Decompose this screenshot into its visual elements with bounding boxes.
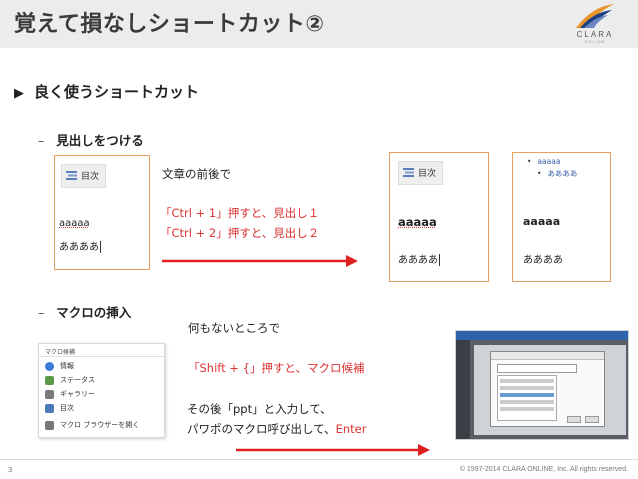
gallery-icon — [45, 389, 54, 399]
toc-button-result-label: 目次 — [418, 169, 437, 179]
toc-generated-list: aaaaa ああああ — [527, 156, 577, 180]
shift-line: 「Shift + {」押すと、マクロ候補 — [188, 360, 364, 376]
menu-divider — [39, 356, 164, 357]
call-line-prefix: パワポのマクロ呼び出して、 — [187, 422, 336, 436]
macro-menu-item-gallery[interactable]: ギャラリー — [45, 389, 95, 399]
shift-line-text: 「Shift + {」押すと、マクロ候補 — [188, 361, 365, 375]
macro-browser-icon — [45, 420, 54, 430]
macro-menu-item-label: ステータス — [60, 376, 95, 384]
macro-menu-item-label: ギャラリー — [60, 390, 95, 398]
macro-result-list — [497, 375, 557, 421]
info-icon — [45, 361, 54, 371]
before-after-text: 文章の前後で — [162, 167, 231, 181]
macro-result-row-selected[interactable] — [500, 393, 554, 397]
subheading-macro-text: マクロの挿入 — [56, 305, 132, 320]
footer-divider — [0, 459, 638, 460]
macro-menu-item-status[interactable]: ステータス — [45, 375, 95, 385]
nothing-there-text: 何もないところで — [188, 321, 280, 335]
sample-text-aaaa-jp: ああああ — [59, 238, 101, 253]
section-heading-text: 良く使うショートカット — [34, 83, 200, 101]
slide-header: 覚えて損なしショートカット② CLARA ONLINE — [0, 0, 638, 48]
triangle-right-icon: ▶ — [14, 86, 24, 101]
ctrl1-line: 「Ctrl + 1」押すと、見出し１ — [160, 205, 319, 221]
toc-button-result[interactable]: 目次 — [398, 161, 444, 185]
macro-menu-item-browser[interactable]: マクロ ブラウザーを開く — [45, 420, 139, 430]
then-line: その後「ppt」と入力して、 — [187, 402, 332, 416]
ctrl2-line-text: 「Ctrl + 2」押すと、見出し２ — [160, 226, 320, 240]
section-heading: ▶ 良く使うショートカット — [14, 81, 199, 102]
text-caret — [100, 241, 101, 253]
copyright-text: © 1997-2014 CLARA ONLINE, Inc. All right… — [459, 466, 628, 473]
subheading-headings: – 見出しをつける — [38, 130, 144, 149]
dialog-topbar — [456, 331, 628, 340]
macro-dialog-window — [490, 351, 605, 427]
dash-marker: – — [38, 133, 45, 148]
toc-button[interactable]: 目次 — [61, 164, 107, 188]
macro-menu-item-toc[interactable]: 目次 — [45, 403, 74, 413]
ctrl1-line-text: 「Ctrl + 1」押すと、見出し１ — [160, 206, 320, 220]
macro-dialog-titlebar — [491, 352, 604, 360]
logo-subtext: ONLINE — [584, 39, 606, 44]
macro-menu-item-info[interactable]: 情報 — [45, 361, 74, 371]
macro-result-row[interactable] — [500, 379, 554, 383]
toc-list-subitem[interactable]: ああああ — [537, 168, 577, 180]
macro-result-row[interactable] — [500, 407, 554, 411]
screenshot-result-heading2: aaaaa ああああ aaaaa ああああ — [512, 152, 611, 282]
macro-menu-item-label: 目次 — [60, 404, 74, 412]
clara-logo: CLARA ONLINE — [562, 2, 628, 46]
dialog-cancel-button[interactable] — [585, 416, 599, 423]
screenshot-macro-dialog — [455, 330, 629, 440]
screenshot-editor-before: 目次 aaaaa ああああ — [54, 155, 150, 270]
toc-icon — [45, 403, 54, 413]
result1-body-text: ああああ — [398, 255, 438, 266]
macro-menu-item-label: 情報 — [60, 362, 74, 370]
clara-logo-mark — [576, 4, 614, 28]
subheading-headings-text: 見出しをつける — [56, 133, 144, 148]
dialog-sidebar — [456, 340, 470, 439]
call-line: パワポのマクロ呼び出して、Enter — [187, 421, 366, 437]
sample-text-aaaa-jp-value: ああああ — [59, 242, 99, 253]
result2-heading: aaaaa — [523, 215, 561, 228]
toc-icon — [66, 170, 77, 183]
logo-text: CLARA — [576, 30, 614, 39]
call-line-enter: Enter — [335, 422, 367, 436]
sample-text-aaaaa: aaaaa — [59, 218, 90, 229]
result2-body: ああああ — [523, 255, 563, 266]
toc-list-item[interactable]: aaaaa — [527, 156, 577, 168]
arrow-right-icon — [162, 255, 358, 267]
toc-button-label: 目次 — [81, 172, 100, 182]
ctrl2-line: 「Ctrl + 2」押すと、見出し２ — [160, 225, 319, 241]
macro-result-row[interactable] — [500, 400, 554, 404]
macro-result-row[interactable] — [500, 386, 554, 390]
macro-menu-item-label: マクロ ブラウザーを開く — [60, 421, 140, 429]
toc-icon — [403, 167, 414, 180]
page-number: 3 — [8, 466, 13, 474]
slide-title: 覚えて損なしショートカット② — [14, 12, 325, 37]
subheading-macro: – マクロの挿入 — [38, 302, 131, 321]
macro-search-field[interactable] — [497, 364, 577, 373]
screenshot-result-heading1: 目次 aaaaa ああああ — [389, 152, 489, 282]
arrow-right-icon — [236, 444, 430, 456]
text-caret — [439, 254, 440, 266]
screenshot-macro-menu: マクロ候補 情報 ステータス ギャラリー 目次 マクロ ブラウザーを開く — [38, 343, 165, 438]
dash-marker: – — [38, 305, 45, 320]
dialog-ok-button[interactable] — [567, 416, 581, 423]
result1-body: ああああ — [398, 251, 440, 266]
macro-menu-title: マクロ候補 — [45, 349, 76, 356]
status-icon — [45, 375, 54, 385]
result1-heading: aaaaa — [398, 215, 437, 229]
